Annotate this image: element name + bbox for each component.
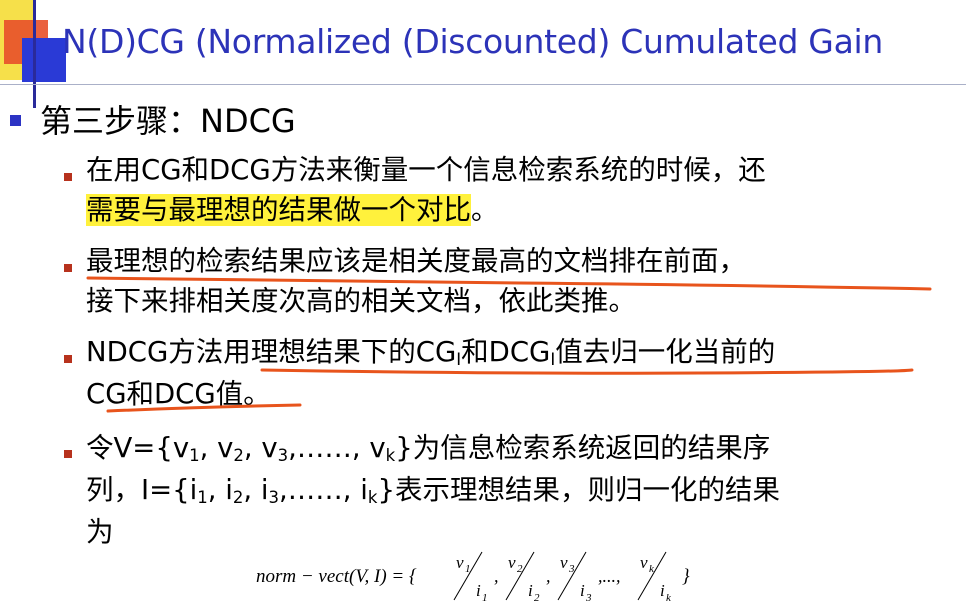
formula-ellipsis: ,..., — [598, 566, 621, 586]
bullet-square-icon — [64, 264, 72, 272]
fraction-3: v 3 i 3 — [557, 551, 592, 604]
title-divider — [0, 84, 966, 85]
corner-decoration-blue — [22, 38, 66, 82]
svg-text:3: 3 — [585, 592, 592, 604]
svg-text:i: i — [660, 581, 665, 600]
slide-title: N(D)CG (Normalized (Discounted) Cumulate… — [62, 22, 883, 61]
formula-lhs: norm − vect(V, I) = { — [256, 566, 417, 587]
bullet-1-line-2: 需要与最理想的结果做一个对比。 — [86, 194, 499, 226]
svg-text:v: v — [508, 553, 516, 572]
comma: , — [546, 566, 551, 586]
svg-text:1: 1 — [482, 592, 488, 604]
bullet-square-icon — [10, 115, 21, 126]
highlighted-text: 需要与最理想的结果做一个对比 — [86, 194, 471, 226]
svg-text:2: 2 — [534, 592, 540, 604]
bullet-square-icon — [64, 173, 72, 181]
fraction-1: v 1 i 1 — [453, 551, 488, 604]
svg-text:i: i — [476, 581, 481, 600]
bullet-2-line-2: 接下来排相关度次高的相关文档，依此类推。 — [86, 285, 636, 317]
bullet-square-icon — [64, 355, 72, 363]
fraction-k: v k i k — [637, 551, 672, 604]
bullet-2-line-1: 最理想的检索结果应该是相关度最高的文档排在前面， — [86, 245, 746, 277]
normalization-formula: norm − vect(V, I) = { v 1 i 1 , v 2 i 2 … — [256, 551, 690, 604]
step-heading: 第三步骤：NDCG — [40, 102, 296, 140]
svg-text:v: v — [560, 553, 568, 572]
svg-text:v: v — [456, 553, 464, 572]
svg-text:i: i — [580, 581, 585, 600]
corner-decoration-line — [33, 0, 36, 108]
bullet-4-line-3: 为 — [86, 516, 114, 548]
bullet-square-icon — [64, 450, 72, 458]
svg-text:i: i — [528, 581, 533, 600]
comma: , — [494, 566, 499, 586]
bullet-4-line-2: 列，I={i1, i2, i3,……, ik}表示理想结果，则归一化的结果 — [86, 474, 780, 508]
svg-text:v: v — [640, 553, 648, 572]
bullet-4-line-1: 令V={v1, v2, v3,……, vk}为信息检索系统返回的结果序 — [86, 432, 771, 466]
formula-close: } — [682, 566, 690, 587]
bullet-1-line-1: 在用CG和DCG方法来衡量一个信息检索系统的时候，还 — [86, 154, 766, 186]
bullet-3-line-1: NDCG方法用理想结果下的CGI和DCGI值去归一化当前的 — [86, 336, 776, 370]
fraction-2: v 2 i 2 — [505, 551, 540, 604]
bullet-3-line-2: CG和DCG值。 — [86, 378, 271, 410]
svg-text:k: k — [666, 592, 672, 604]
